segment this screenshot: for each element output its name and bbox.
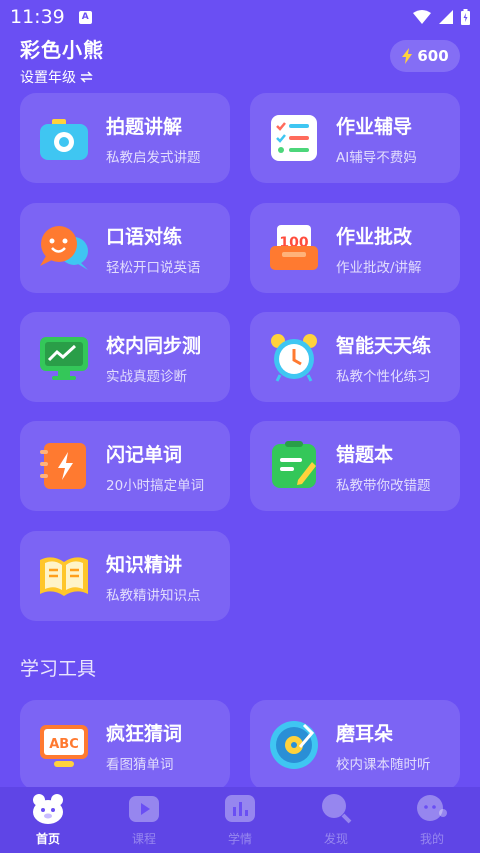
abc-board-icon: ABC [40,725,88,767]
tool-card-ear-training[interactable]: 磨耳朵 校内课本随时听 [250,700,460,790]
checklist-icon [271,115,317,161]
tab-label: 我的 [419,832,444,846]
magnifier-icon [319,791,353,825]
battery-icon [461,9,470,25]
notebook-pencil-icon [272,441,316,488]
tab-learning-status[interactable]: 学情 [192,787,288,853]
feature-desc: 作业批改/讲解 [336,260,422,276]
score-100-icon: 100 [270,225,318,270]
feature-card-homework-grading[interactable]: 100 作业批改 作业批改/讲解 [250,203,460,293]
feature-name: 拍题讲解 [106,116,183,138]
feature-desc: 私教精讲知识点 [106,588,201,604]
feature-desc: 私教带你改错题 [336,478,431,494]
tool-name: 磨耳朵 [336,723,394,745]
tab-profile[interactable]: 我的 [384,787,480,853]
feature-card-homework-help[interactable]: 作业辅导 AI辅导不费妈 [250,93,460,183]
feature-card-speaking-practice[interactable]: 口语对练 轻松开口说英语 [20,203,230,293]
feature-name: 智能天天练 [336,335,432,357]
feature-card-knowledge-lecture[interactable]: 知识精讲 私教精讲知识点 [20,531,230,621]
feature-desc: AI辅导不费妈 [336,150,417,166]
points-badge[interactable]: 600 [390,40,460,72]
vinyl-record-icon [270,721,318,769]
tab-label: 发现 [323,832,348,846]
feature-name: 作业辅导 [336,116,413,138]
feature-card-school-sync-test[interactable]: 校内同步测 实战真题诊断 [20,312,230,402]
bear-home-icon [31,791,65,825]
feature-card-daily-practice[interactable]: 智能天天练 私教个性化练习 [250,312,460,402]
grade-selector[interactable]: 设置年级 [20,67,104,87]
camera-icon [40,119,88,160]
feature-desc: 20小时搞定单词 [106,478,205,494]
swap-arrows-icon [80,71,93,83]
feature-card-flash-words[interactable]: 闪记单词 20小时搞定单词 [20,421,230,511]
bear-profile-icon [415,791,449,825]
tab-label: 学情 [227,832,252,846]
feature-desc: 私教启发式讲题 [106,150,201,166]
flash-book-icon [40,443,86,489]
tab-home[interactable]: 首页 [0,787,96,853]
tool-name: 疯狂猜词 [106,723,183,745]
play-course-icon [127,791,161,825]
feature-name: 闪记单词 [106,444,183,466]
wifi-icon [413,10,431,24]
open-book-icon [40,557,88,596]
tools-section-title: 学习工具 [20,658,97,680]
header: 彩色小熊 设置年级 [20,34,104,87]
tab-label: 首页 [35,832,60,846]
tool-desc: 校内课本随时听 [336,757,431,773]
feature-card-photo-explain[interactable]: 拍题讲解 私教启发式讲题 [20,93,230,183]
app-title: 彩色小熊 [20,38,104,62]
status-time: 11:39 [10,6,65,28]
grade-label: 设置年级 [20,70,76,86]
feature-name: 校内同步测 [106,335,202,357]
bottom-tab-bar: 首页 课程 学情 发现 我的 [0,787,480,853]
alarm-clock-icon [271,334,317,382]
feature-desc: 实战真题诊断 [106,369,187,385]
feature-name: 知识精讲 [106,554,183,576]
status-icons [413,9,470,25]
tool-desc: 看图猜单词 [106,757,174,773]
abc-board-text: ABC [49,737,79,752]
trend-screen-icon [40,337,88,380]
tab-course[interactable]: 课程 [96,787,192,853]
feature-name: 作业批改 [336,226,413,248]
lightning-icon [402,48,413,64]
tool-card-guess-words[interactable]: ABC 疯狂猜词 看图猜单词 [20,700,230,790]
feature-name: 错题本 [336,444,394,466]
bar-stats-icon [223,791,257,825]
feature-card-mistake-book[interactable]: 错题本 私教带你改错题 [250,421,460,511]
tab-label: 课程 [131,832,156,846]
points-value: 600 [417,47,449,65]
status-bar: 11:39 A [0,0,480,34]
feature-name: 口语对练 [106,226,183,248]
feature-desc: 轻松开口说英语 [106,260,201,276]
a-letter-icon: A [78,10,92,24]
tab-discover[interactable]: 发现 [288,787,384,853]
signal-icon [439,10,453,24]
speech-bubbles-icon [40,226,88,270]
feature-desc: 私教个性化练习 [336,369,431,385]
